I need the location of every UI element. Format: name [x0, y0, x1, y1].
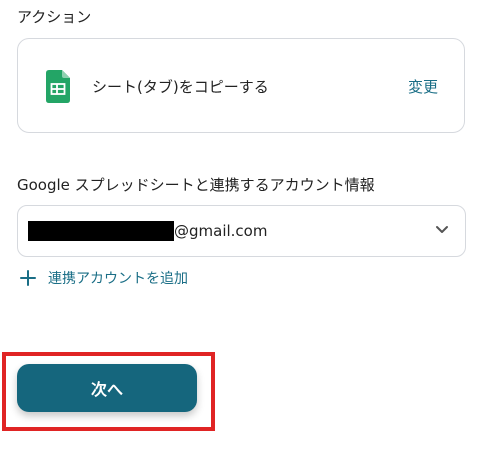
action-section-title: アクション [17, 8, 92, 26]
add-account-link[interactable]: 連携アカウントを追加 [20, 267, 188, 289]
action-card: シート(タブ)をコピーする 変更 [17, 38, 465, 133]
chevron-down-icon [436, 226, 448, 233]
google-sheets-icon [46, 70, 70, 103]
add-account-label: 連携アカウントを追加 [48, 271, 188, 287]
change-action-link[interactable]: 変更 [408, 76, 438, 97]
account-select[interactable]: @gmail.com [17, 205, 466, 257]
redacted-email-block [28, 221, 174, 241]
account-email-suffix: @gmail.com [174, 222, 268, 240]
action-label: シート(タブ)をコピーする [92, 78, 269, 96]
next-button[interactable]: 次へ [17, 364, 197, 412]
plus-icon [20, 270, 36, 286]
account-section-title: Google スプレッドシートと連携するアカウント情報 [17, 176, 375, 194]
